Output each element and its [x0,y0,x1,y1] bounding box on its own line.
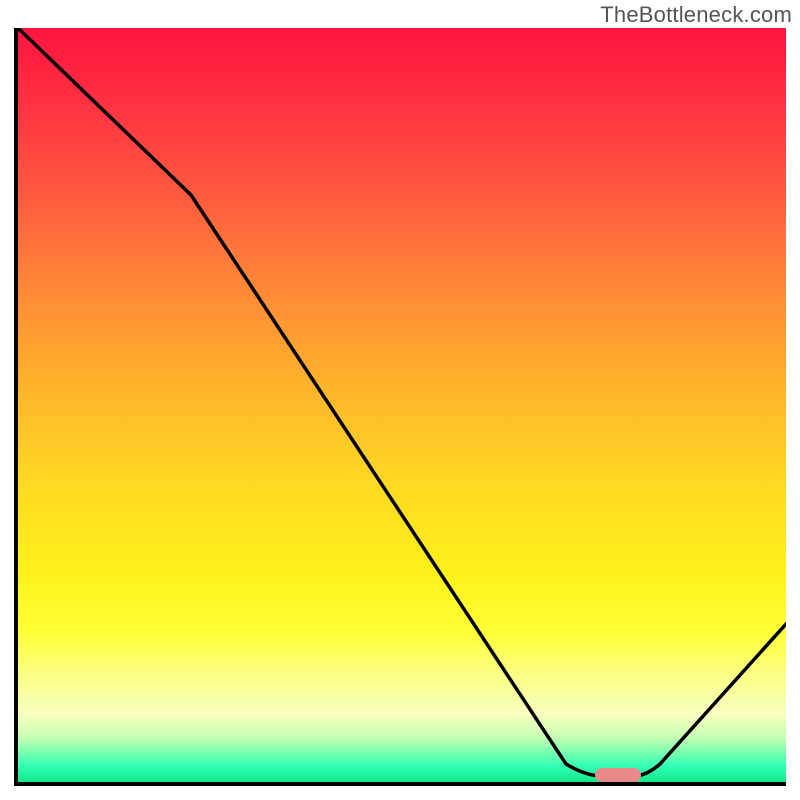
optimal-range-marker [595,768,641,782]
plot-area [14,28,786,786]
bottleneck-curve-path [18,28,786,776]
chart-container: TheBottleneck.com [0,0,800,800]
watermark-text: TheBottleneck.com [600,2,792,28]
curve-svg [18,28,786,782]
